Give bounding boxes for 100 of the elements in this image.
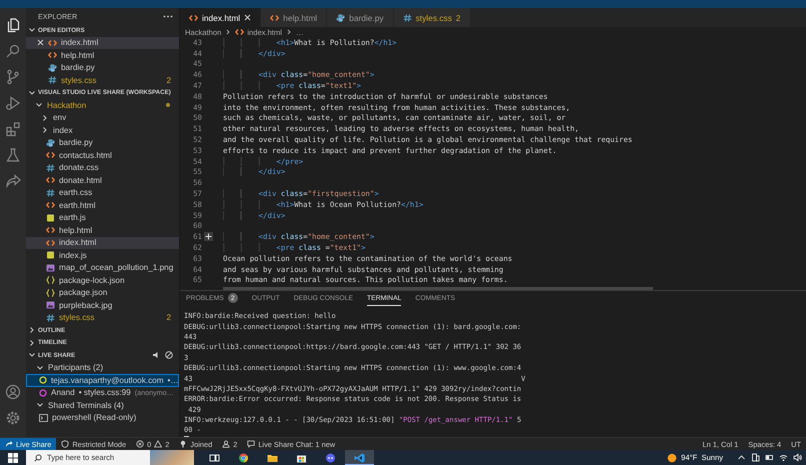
angle-brackets-icon [46, 201, 55, 210]
file-item[interactable]: styles.css 2 [26, 312, 179, 324]
terminal-icon [39, 414, 48, 422]
store-icon [296, 452, 307, 462]
file-item[interactable]: index.js [26, 249, 179, 262]
device-icon[interactable] [751, 453, 760, 462]
chevron-down-icon[interactable] [36, 364, 44, 372]
folder-item[interactable]: env [26, 112, 179, 124]
python-icon [46, 138, 55, 147]
file-item[interactable]: earth.html [26, 199, 179, 212]
group-item[interactable]: Participants (2) [26, 362, 179, 374]
chat-icon [247, 440, 256, 448]
hash-icon [402, 14, 412, 22]
file-item[interactable]: map_of_ocean_pollution_1.png [26, 262, 179, 274]
add-comment-icon[interactable] [204, 232, 213, 242]
angle-brackets-icon [270, 14, 280, 22]
shield-icon [61, 440, 70, 448]
settings-icon[interactable] [5, 410, 21, 426]
close-icon[interactable] [244, 14, 252, 21]
file-item[interactable]: donate.css [26, 162, 179, 174]
horizontal-scrollbar[interactable] [223, 287, 653, 290]
chevron-down-icon[interactable] [28, 351, 36, 360]
file-item[interactable]: index.html [26, 236, 179, 249]
chevron-right-icon[interactable] [41, 114, 49, 122]
file-item[interactable]: bardie.py [26, 136, 179, 149]
hash-icon [48, 76, 57, 84]
chevron-right-icon[interactable] [28, 338, 36, 347]
people-icon [222, 440, 230, 448]
file-item[interactable]: earth.js [26, 212, 179, 224]
speaker-icon[interactable] [152, 351, 160, 360]
speaker-icon[interactable] [793, 453, 802, 462]
file-item[interactable]: help.html [26, 224, 179, 236]
group-item[interactable]: Shared Terminals (4) [26, 399, 179, 412]
hash-icon [46, 314, 55, 322]
open-editor-item[interactable]: bardie.py [26, 62, 179, 74]
chevron-down-icon[interactable] [28, 88, 36, 97]
angle-brackets-icon [46, 176, 55, 184]
chevron-down-icon[interactable] [36, 401, 44, 410]
editor-tab[interactable]: help.html [261, 8, 328, 27]
angle-brackets-icon [46, 238, 55, 247]
open-editor-item[interactable]: help.html [26, 49, 179, 62]
chevron-right-icon [286, 29, 292, 35]
app-circle-icon [325, 452, 336, 462]
wifi-icon[interactable] [779, 453, 788, 462]
file-item[interactable]: contactus.html [26, 149, 179, 162]
file-item[interactable]: package.json [26, 286, 179, 299]
chevron-right-icon[interactable] [41, 126, 49, 134]
braces-icon [46, 276, 55, 284]
file-item[interactable]: donate.html [26, 174, 179, 186]
search-icon [34, 454, 42, 462]
open-editor-item[interactable]: index.html [26, 36, 179, 49]
warning-count: 2 [166, 313, 171, 322]
open-editor-item[interactable]: styles.css 2 [26, 74, 179, 86]
terminal-item[interactable]: powershell (Read-only) [26, 412, 179, 424]
source-control-icon[interactable] [5, 69, 21, 85]
folder-item[interactable]: Hackathon [26, 99, 179, 112]
block-icon[interactable] [165, 351, 173, 360]
chevron-up-icon[interactable] [737, 453, 746, 462]
js-file-icon [46, 214, 55, 222]
account-icon[interactable] [5, 384, 21, 400]
js-file-icon [46, 251, 55, 260]
editor-tab[interactable]: bardie.py [327, 8, 394, 27]
search-icon[interactable] [5, 43, 21, 59]
close-icon[interactable] [36, 39, 44, 46]
warning-icon [154, 440, 162, 448]
start-menu-icon[interactable] [8, 452, 18, 462]
angle-brackets-icon [48, 38, 57, 47]
chevron-down-icon[interactable] [35, 101, 43, 110]
arrow-icon [5, 440, 13, 448]
battery-icon[interactable] [765, 453, 774, 462]
image-icon [46, 301, 55, 310]
error-icon [136, 440, 144, 448]
editor-tab[interactable]: index.html [180, 8, 262, 27]
file-item[interactable]: purpleback.jpg [26, 299, 179, 312]
chevron-right-icon[interactable] [28, 326, 36, 334]
image-icon [46, 264, 55, 272]
pin-icon [179, 440, 188, 448]
photo-placeholder [150, 450, 194, 465]
python-icon [48, 64, 57, 72]
browser-icon [238, 452, 249, 462]
chevron-down-icon[interactable] [28, 26, 36, 34]
angle-brackets-icon [235, 28, 244, 36]
participant-item[interactable]: tejas.vanaparthy@outlook.com •… [26, 374, 179, 386]
flask-icon[interactable] [5, 147, 21, 163]
chevron-right-icon [225, 29, 232, 35]
angle-brackets-icon [48, 51, 57, 60]
files-icon[interactable] [5, 17, 21, 33]
folder-item[interactable]: index [26, 124, 179, 136]
editor-tab[interactable]: styles.css 2 [394, 8, 471, 27]
file-item[interactable]: earth.css [26, 186, 179, 199]
warning-count: 2 [456, 12, 461, 22]
live-share-icon[interactable] [5, 173, 21, 189]
run-debug-icon[interactable] [5, 95, 21, 111]
folder-icon [267, 452, 278, 462]
file-item[interactable]: package-lock.json [26, 274, 179, 286]
extensions-icon[interactable] [5, 121, 21, 137]
angle-brackets-icon [189, 14, 198, 22]
more-icon[interactable] [163, 14, 173, 18]
angle-brackets-icon [46, 151, 55, 160]
sun-icon [667, 452, 678, 462]
